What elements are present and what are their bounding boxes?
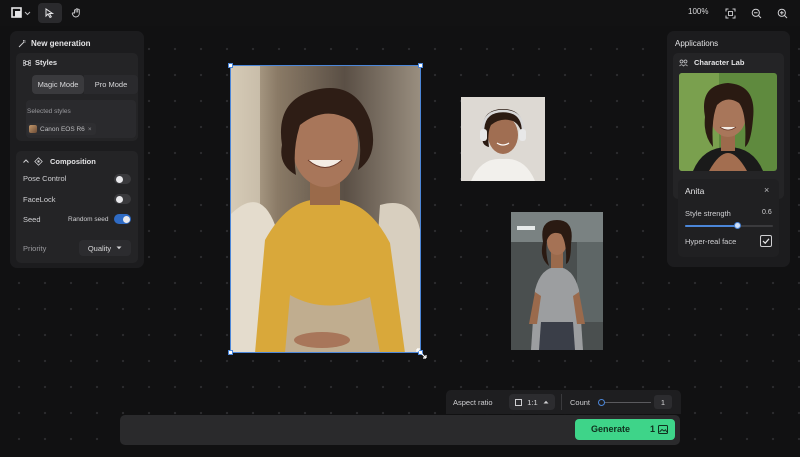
fit-screen-icon [725, 8, 735, 18]
character-settings-card: Anita × Style strength 0.6 Hyper-real fa… [678, 179, 779, 257]
selected-styles-box: Selected styles Canon EOS R6 × [26, 100, 136, 138]
resize-handle-top-left[interactable] [228, 63, 233, 68]
facelock-label: FaceLock [23, 195, 56, 204]
aspect-ratio-value: 1:1 [527, 397, 538, 407]
facelock-toggle[interactable] [114, 194, 131, 204]
fit-screen-button[interactable] [720, 3, 740, 23]
resize-handle-bottom-left[interactable] [228, 350, 233, 355]
styles-title: Styles [35, 58, 58, 67]
pose-control-toggle[interactable] [114, 174, 131, 184]
priority-dropdown[interactable]: Quality [79, 240, 131, 256]
aspect-ratio-label: Aspect ratio [453, 398, 493, 407]
new-generation-panel: New generation Styles Magic Mode Pro Mod… [10, 31, 144, 268]
select-cursor-icon [45, 8, 55, 19]
seed-label: Seed [23, 215, 41, 224]
headphones-illustration [461, 97, 545, 181]
style-strength-value: 0.6 [762, 209, 772, 216]
random-seed-label: Random seed [68, 216, 109, 223]
zoom-out-icon [751, 8, 761, 18]
count-slider-thumb[interactable] [598, 399, 605, 406]
applications-panel: Applications Character Lab Anita × Style… [667, 31, 790, 267]
pro-mode-tab[interactable]: Pro Mode [84, 75, 138, 94]
style-strength-slider[interactable] [685, 222, 773, 229]
headphones-portrait-image[interactable] [461, 97, 545, 181]
logo-menu-button[interactable] [8, 3, 34, 23]
priority-value: Quality [87, 243, 112, 253]
slider-thumb[interactable] [734, 222, 742, 229]
top-toolbar: 100% [0, 0, 800, 26]
count-slider[interactable] [598, 399, 651, 406]
fullbody-portrait-image[interactable] [511, 212, 603, 350]
select-tool-button[interactable] [38, 3, 62, 23]
character-lab-icon [679, 59, 688, 67]
main-portrait-image[interactable] [230, 65, 421, 353]
magic-wand-icon [18, 39, 26, 48]
zoom-out-button[interactable] [746, 3, 766, 23]
portrait-illustration [230, 65, 421, 353]
selected-styles-label: Selected styles [27, 108, 71, 115]
square-icon [515, 398, 523, 406]
caret-up-icon [543, 400, 549, 404]
checkmark-icon [762, 238, 770, 245]
zoom-in-button[interactable] [772, 3, 792, 23]
magic-mode-tab[interactable]: Magic Mode [32, 75, 84, 94]
generate-button[interactable]: Generate 1 [575, 419, 675, 440]
fullbody-illustration [511, 212, 603, 350]
applications-title: Applications [675, 39, 719, 48]
composition-title: Composition [50, 157, 96, 166]
chip-close-icon[interactable]: × [88, 126, 92, 133]
character-lab-title: Character Lab [694, 58, 745, 67]
composition-icon [34, 157, 43, 166]
hyper-real-checkbox[interactable] [760, 235, 772, 247]
style-thumbnail [29, 125, 37, 133]
character-portrait-image [679, 73, 777, 171]
hand-pan-icon [71, 8, 80, 18]
chevron-up-icon[interactable] [22, 157, 30, 165]
style-chip[interactable]: Canon EOS R6 × [27, 123, 96, 135]
character-illustration [679, 73, 777, 171]
aspect-ratio-dropdown[interactable]: 1:1 [509, 394, 555, 410]
count-input[interactable]: 1 [654, 395, 672, 409]
command-icon [23, 59, 31, 67]
panel-title: New generation [31, 39, 91, 48]
caret-down-icon [116, 246, 122, 250]
count-label: Count [570, 398, 591, 407]
resize-cursor-icon [416, 348, 427, 359]
hand-tool-button[interactable] [66, 3, 88, 23]
hyper-real-label: Hyper-real face [685, 237, 737, 246]
style-strength-label: Style strength [685, 209, 731, 218]
slider-fill [685, 225, 738, 227]
logo-layers-icon [11, 7, 31, 18]
image-icon [658, 425, 668, 434]
close-icon[interactable]: × [764, 185, 769, 195]
style-chip-label: Canon EOS R6 [40, 125, 85, 133]
generation-options-bar: Aspect ratio 1:1 Count 1 [446, 390, 681, 414]
priority-label: Priority [23, 244, 47, 253]
divider [561, 394, 562, 410]
zoom-level[interactable]: 100% [688, 7, 708, 16]
pose-control-label: Pose Control [23, 174, 67, 183]
seed-toggle[interactable] [114, 214, 131, 224]
generate-label: Generate [591, 424, 631, 434]
character-name[interactable]: Anita [685, 186, 704, 196]
generate-count: 1 [650, 424, 656, 434]
character-lab-card[interactable]: Character Lab [673, 53, 784, 199]
zoom-in-icon [777, 8, 787, 18]
resize-handle-top-right[interactable] [418, 63, 423, 68]
